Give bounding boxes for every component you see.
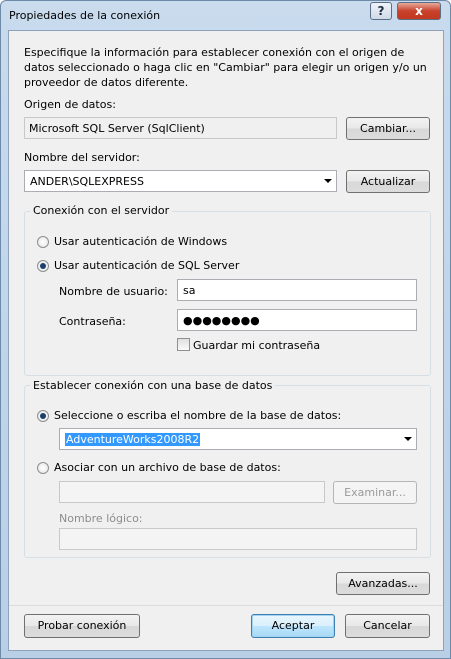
datasource-field: Microsoft SQL Server (SqlClient) — [24, 117, 337, 139]
attach-db-label[interactable]: Asociar con un archivo de base de datos: — [54, 461, 281, 474]
connection-properties-dialog: Propiedades de la conexión ? x Especifiq… — [0, 0, 451, 659]
password-input[interactable]: ●●●●●●●● — [177, 309, 417, 331]
server-label: Nombre del servidor: — [24, 151, 140, 164]
username-label: Nombre de usuario: — [59, 285, 168, 298]
server-value: ANDER\SQLEXPRESS — [30, 175, 144, 188]
browse-button[interactable]: Examinar... — [333, 481, 417, 504]
datasource-value: Microsoft SQL Server (SqlClient) — [29, 122, 205, 135]
cancel-button[interactable]: Cancelar — [345, 614, 430, 638]
username-value: sa — [183, 284, 196, 297]
username-input[interactable]: sa — [177, 279, 417, 301]
attach-file-input[interactable] — [59, 481, 325, 503]
database-connection-title: Establecer conexión con una base de dato… — [30, 379, 276, 392]
close-button[interactable]: x — [397, 2, 441, 20]
save-password-label[interactable]: Guardar mi contraseña — [193, 339, 320, 352]
datasource-label: Origen de datos: — [24, 98, 116, 111]
chevron-down-icon[interactable] — [324, 179, 332, 183]
title-bar[interactable]: Propiedades de la conexión ? x — [1, 1, 450, 29]
advanced-button[interactable]: Avanzadas... — [336, 572, 430, 595]
change-button[interactable]: Cambiar... — [346, 117, 430, 140]
attach-db-radio[interactable] — [37, 462, 49, 474]
test-connection-button[interactable]: Probar conexión — [24, 614, 140, 638]
help-button[interactable]: ? — [370, 2, 392, 20]
dialog-body: Especifique la información para establec… — [8, 30, 444, 651]
logical-name-input[interactable] — [59, 528, 417, 550]
sql-auth-radio[interactable] — [37, 260, 49, 272]
select-db-radio[interactable] — [37, 410, 49, 422]
divider — [9, 605, 443, 606]
save-password-checkbox[interactable] — [177, 338, 190, 351]
password-value: ●●●●●●●● — [183, 314, 260, 327]
select-db-label[interactable]: Seleccione o escriba el nombre de la bas… — [54, 409, 341, 422]
windows-auth-label[interactable]: Usar autenticación de Windows — [54, 235, 227, 248]
refresh-button[interactable]: Actualizar — [346, 170, 430, 193]
sql-auth-label[interactable]: Usar autenticación de SQL Server — [54, 259, 239, 272]
window-title: Propiedades de la conexión — [9, 9, 161, 22]
password-label: Contraseña: — [59, 315, 126, 328]
database-value: AdventureWorks2008R2 — [65, 433, 201, 446]
description-text: Especifique la información para establec… — [24, 46, 427, 89]
windows-auth-radio[interactable] — [37, 236, 49, 248]
logical-name-label: Nombre lógico: — [59, 512, 143, 525]
accept-button[interactable]: Aceptar — [251, 614, 335, 638]
chevron-down-icon[interactable] — [404, 437, 412, 441]
server-combobox[interactable]: ANDER\SQLEXPRESS — [24, 170, 337, 192]
database-combobox[interactable]: AdventureWorks2008R2 — [59, 428, 417, 450]
server-connection-title: Conexión con el servidor — [30, 204, 173, 217]
